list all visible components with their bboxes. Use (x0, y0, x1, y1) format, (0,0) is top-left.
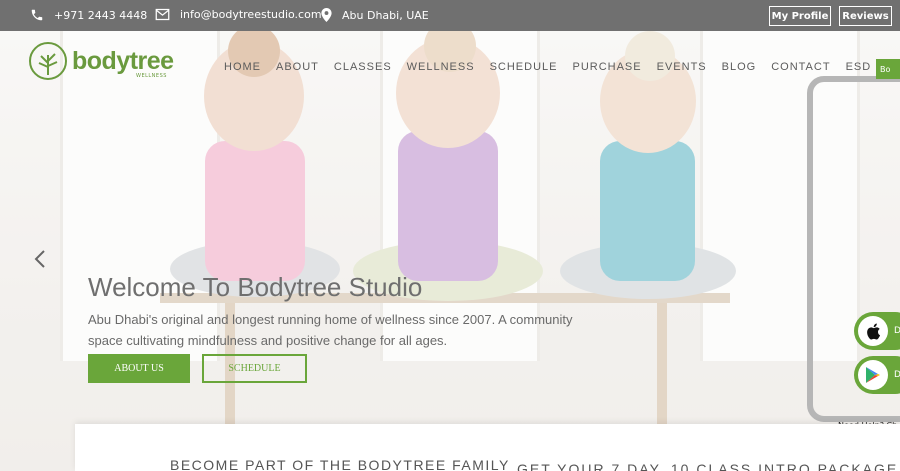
email-address: info@bodytreestudio.com (180, 8, 322, 21)
top-bar: +971 2443 4448 info@bodytreestudio.com A… (0, 0, 900, 31)
site-logo[interactable]: bodytree WELLNESS (28, 41, 174, 81)
google-play-button[interactable]: D (854, 356, 900, 394)
nav-wellness[interactable]: WELLNESS (407, 61, 475, 73)
nav-esd[interactable]: ESD (846, 61, 872, 73)
email-contact[interactable]: info@bodytreestudio.com (155, 8, 322, 21)
phone-icon (31, 9, 43, 21)
hero-title: Welcome To Bodytree Studio (88, 272, 423, 302)
apple-icon (867, 323, 880, 339)
hero-description: Abu Dhabi's original and longest running… (88, 312, 573, 348)
logo-wordmark: bodytree (72, 46, 174, 75)
phone-contact[interactable]: +971 2443 4448 (30, 8, 147, 22)
phone-number: +971 2443 4448 (54, 8, 148, 22)
intro-package-heading: GET YOUR 7 DAY, 10 CLASS INTRO PACKAGE F… (517, 461, 900, 471)
nav-events[interactable]: EVENTS (657, 61, 707, 73)
main-nav: HOME ABOUT CLASSES WELLNESS SCHEDULE PUR… (224, 61, 886, 73)
google-play-icon-circle (858, 360, 888, 390)
logo-subtitle: WELLNESS (136, 73, 167, 79)
hero-overlay (0, 31, 900, 471)
hero-banner: bodytree WELLNESS HOME ABOUT CLASSES WEL… (0, 31, 900, 471)
location-text: Abu Dhabi, UAE (342, 8, 429, 22)
app-store-icon-circle (858, 316, 888, 346)
slider-prev-button[interactable] (33, 249, 47, 273)
map-pin-icon (321, 8, 332, 22)
location-contact: Abu Dhabi, UAE (321, 8, 429, 22)
chevron-left-icon (34, 250, 45, 268)
intro-panel: BECOME PART OF THE BODYTREE FAMILY GET Y… (75, 424, 900, 471)
google-play-label: D (894, 370, 900, 380)
app-store-label: D (894, 326, 900, 336)
nav-purchase[interactable]: PURCHASE (572, 61, 641, 73)
nav-classes[interactable]: CLASSES (334, 61, 392, 73)
schedule-button[interactable]: SCHEDULE (202, 354, 307, 383)
my-profile-button[interactable]: My Profile (769, 6, 831, 26)
nav-home[interactable]: HOME (224, 61, 261, 73)
mail-icon (155, 8, 170, 21)
play-store-icon (866, 367, 880, 383)
book-now-button[interactable]: Bo (876, 59, 900, 79)
nav-contact[interactable]: CONTACT (771, 61, 830, 73)
app-store-button[interactable]: D (854, 312, 900, 350)
reviews-button[interactable]: Reviews (839, 6, 892, 26)
nav-about[interactable]: ABOUT (276, 61, 319, 73)
tree-logo-icon (29, 42, 67, 80)
family-heading: BECOME PART OF THE BODYTREE FAMILY (170, 457, 510, 471)
nav-schedule[interactable]: SCHEDULE (490, 61, 558, 73)
nav-blog[interactable]: BLOG (722, 61, 757, 73)
about-us-button[interactable]: ABOUT US (88, 354, 190, 383)
